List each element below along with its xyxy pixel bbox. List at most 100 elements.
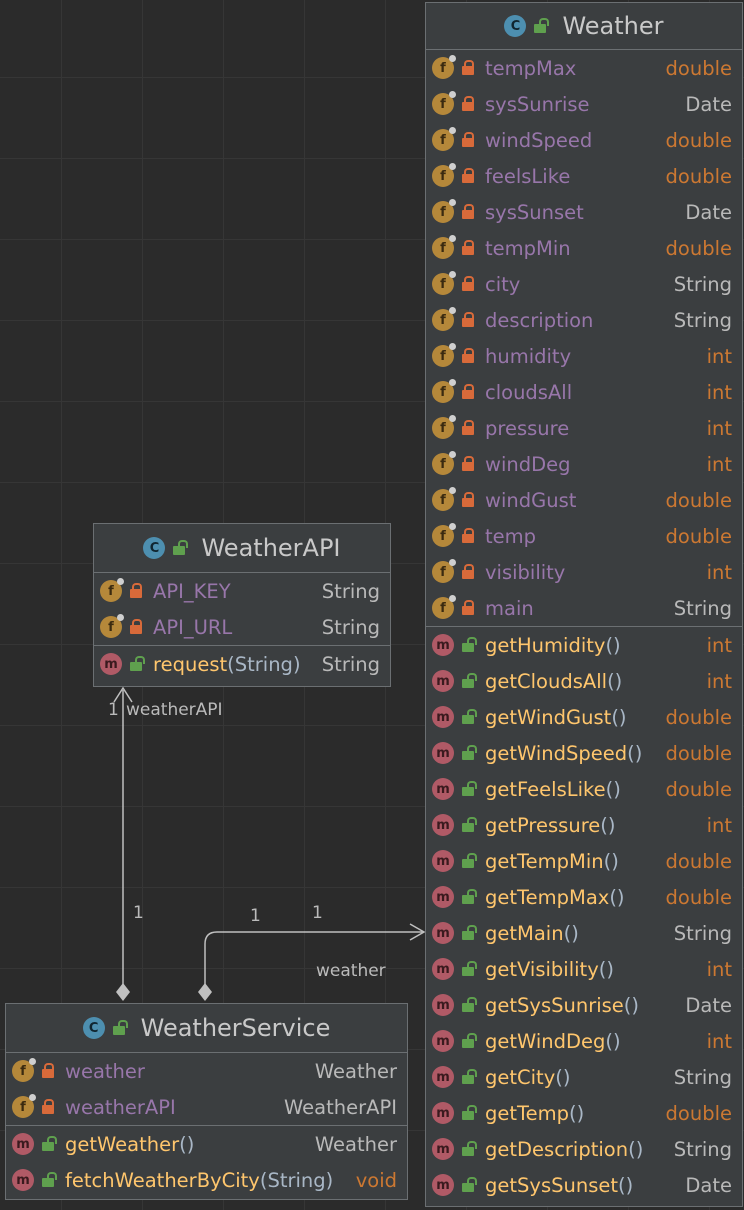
method-row[interactable]: m getWindSpeed() double <box>426 735 742 771</box>
lock-icon <box>462 456 476 472</box>
return-type: String <box>673 1065 732 1089</box>
class-weatherapi[interactable]: C WeatherAPI f API_KEY String f API_URL Strin… <box>93 523 391 687</box>
method-row[interactable]: m getPressure() int <box>426 807 742 843</box>
lock-icon <box>462 132 476 148</box>
field-row[interactable]: f windDeg int <box>426 446 742 482</box>
field-row[interactable]: f API_KEY String <box>94 573 390 609</box>
paren-close: ) <box>607 813 616 837</box>
method-icon: m <box>432 814 454 836</box>
field-icon: f <box>12 1058 36 1082</box>
field-name: sysSunrise <box>485 92 590 116</box>
method-row[interactable]: m getWeather() Weather <box>6 1126 407 1162</box>
method-row[interactable]: m getCity() String <box>426 1059 742 1095</box>
unlocked-icon <box>462 961 477 977</box>
field-row[interactable]: f weatherAPI WeatherAPI <box>6 1089 407 1125</box>
paren-close: ) <box>606 957 614 981</box>
return-type: int <box>706 813 732 837</box>
method-name: getSysSunrise <box>485 993 624 1017</box>
method-row[interactable]: m request(String) String <box>94 646 390 682</box>
field-row[interactable]: f temp double <box>426 518 742 554</box>
field-row[interactable]: f windSpeed double <box>426 122 742 158</box>
return-type: void <box>355 1168 397 1192</box>
field-icon: f <box>432 343 456 367</box>
field-name: pressure <box>485 416 570 440</box>
field-type: int <box>706 344 732 368</box>
field-name: tempMin <box>485 236 571 260</box>
edge-label-api-multiplicity: 1 <box>108 700 119 720</box>
paren-close: ) <box>562 1065 571 1089</box>
method-row[interactable]: m getVisibility() int <box>426 951 742 987</box>
field-name: city <box>485 272 521 296</box>
paren-close: ) <box>635 1137 644 1161</box>
field-row[interactable]: f tempMin double <box>426 230 742 266</box>
method-row[interactable]: m getDescription() String <box>426 1131 742 1167</box>
method-row[interactable]: m getMain() String <box>426 915 742 951</box>
return-type: int <box>706 1029 732 1053</box>
edge-service-to-weather <box>204 931 424 992</box>
paren-close: ) <box>325 1168 334 1192</box>
field-row[interactable]: f pressure int <box>426 410 742 446</box>
unlocked-icon <box>462 1177 477 1193</box>
lock-icon <box>462 204 476 220</box>
method-name: request <box>153 652 228 676</box>
field-row[interactable]: f sysSunrise Date <box>426 86 742 122</box>
method-row[interactable]: m fetchWeatherByCity(String) void <box>6 1162 407 1198</box>
paren-close: ) <box>613 633 621 657</box>
class-header: C WeatherAPI <box>94 524 390 573</box>
method-row[interactable]: m getSysSunrise() Date <box>426 987 742 1023</box>
paren-open: ( <box>598 957 607 981</box>
lock-icon <box>130 583 144 599</box>
method-row[interactable]: m getFeelsLike() double <box>426 771 742 807</box>
method-row[interactable]: m getWindDeg() int <box>426 1023 742 1059</box>
field-icon: f <box>432 127 456 151</box>
field-row[interactable]: f main String <box>426 590 742 626</box>
field-icon: f <box>432 379 456 403</box>
return-type: double <box>665 777 732 801</box>
method-row[interactable]: m getHumidity() int <box>426 627 742 663</box>
paren-open: ( <box>609 885 617 909</box>
field-icon: f <box>432 595 456 619</box>
return-type: int <box>706 633 732 657</box>
class-weather[interactable]: C Weather f tempMax double f sysSunrise Date f… <box>425 2 743 1207</box>
method-row[interactable]: m getTempMax() double <box>426 879 742 915</box>
return-type: Weather <box>314 1132 397 1156</box>
paren-open: ( <box>611 705 619 729</box>
field-row[interactable]: f weather Weather <box>6 1053 407 1089</box>
method-row[interactable]: m getCloudsAll() int <box>426 663 742 699</box>
unlocked-icon <box>42 1172 57 1188</box>
method-icon: m <box>432 958 454 980</box>
method-row[interactable]: m getTempMin() double <box>426 843 742 879</box>
method-icon: m <box>432 994 454 1016</box>
method-name: getCloudsAll <box>485 669 608 693</box>
field-row[interactable]: f feelsLike double <box>426 158 742 194</box>
method-icon: m <box>432 922 454 944</box>
method-name: getSysSunset <box>485 1173 618 1197</box>
unlocked-icon <box>462 853 477 869</box>
field-type: double <box>665 164 732 188</box>
field-row[interactable]: f API_URL String <box>94 609 390 645</box>
unlocked-icon <box>462 637 477 653</box>
edge-label-api-role: weatherAPI <box>126 700 223 720</box>
method-name: getTempMax <box>485 885 610 909</box>
unlocked-icon <box>462 1105 477 1121</box>
method-row[interactable]: m getWindGust() double <box>426 699 742 735</box>
field-row[interactable]: f tempMax double <box>426 50 742 86</box>
method-row[interactable]: m getSysSunset() Date <box>426 1167 742 1203</box>
field-row[interactable]: f visibility int <box>426 554 742 590</box>
class-weatherservice[interactable]: C WeatherService f weather Weather f weather… <box>5 1003 408 1200</box>
field-row[interactable]: f humidity int <box>426 338 742 374</box>
edge-api-diamond <box>116 983 130 1001</box>
paren-close: ) <box>618 705 627 729</box>
field-row[interactable]: f description String <box>426 302 742 338</box>
field-row[interactable]: f city String <box>426 266 742 302</box>
edge-label-api-source-multiplicity: 1 <box>133 903 144 923</box>
field-row[interactable]: f sysSunset Date <box>426 194 742 230</box>
class-icon: C <box>82 1017 105 1039</box>
method-row[interactable]: m getTemp() double <box>426 1095 742 1131</box>
field-row[interactable]: f cloudsAll int <box>426 374 742 410</box>
paren-open: ( <box>259 1168 268 1192</box>
field-icon: f <box>432 415 456 439</box>
field-type: Weather <box>314 1059 397 1083</box>
method-name: getWeather <box>65 1132 180 1156</box>
field-row[interactable]: f windGust double <box>426 482 742 518</box>
